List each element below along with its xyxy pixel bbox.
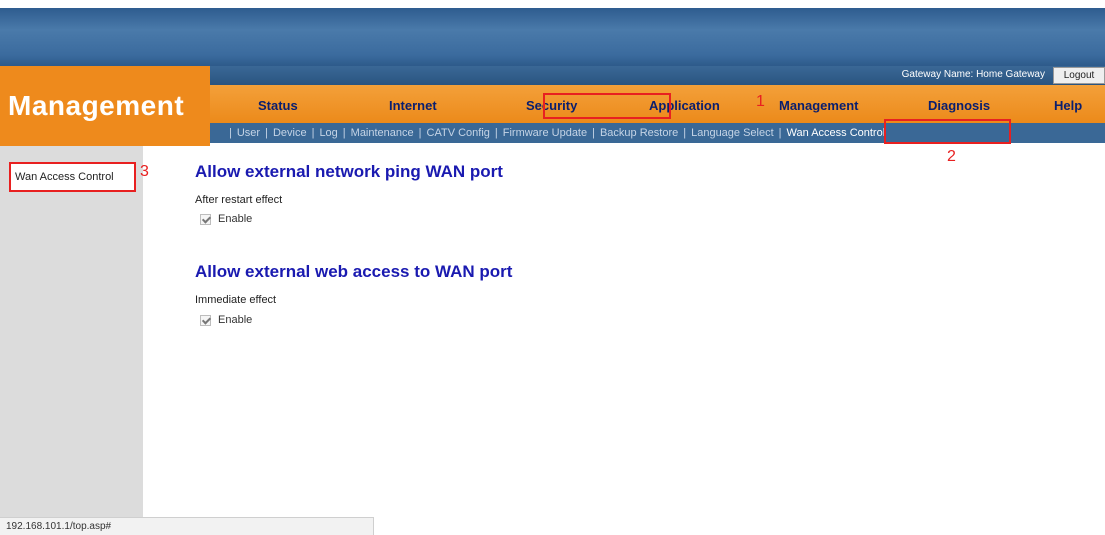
sub-nav-separator: | bbox=[778, 127, 782, 139]
sub-nav-user[interactable]: User bbox=[237, 127, 260, 139]
sub-nav-language-select[interactable]: Language Select bbox=[691, 127, 774, 139]
sub-nav-device[interactable]: Device bbox=[273, 127, 307, 139]
logout-button[interactable]: Logout bbox=[1053, 67, 1105, 84]
sub-nav-maintenance[interactable]: Maintenance bbox=[351, 127, 414, 139]
sub-nav-separator: | bbox=[342, 127, 346, 139]
sub-nav-backup-restore[interactable]: Backup Restore bbox=[600, 127, 678, 139]
sub-nav-catv-config[interactable]: CATV Config bbox=[427, 127, 490, 139]
sub-nav-firmware-update[interactable]: Firmware Update bbox=[503, 127, 587, 139]
enable-web-label: Enable bbox=[218, 314, 253, 326]
gateway-bar: Gateway Name: Home Gateway Logout bbox=[210, 66, 1105, 85]
enable-row-web: Enable bbox=[200, 313, 252, 327]
status-bar-url: 192.168.101.1/top.asp# bbox=[0, 517, 374, 535]
sub-nav-separator: | bbox=[592, 127, 595, 139]
nav-management[interactable]: Management bbox=[779, 98, 858, 113]
nav-status[interactable]: Status bbox=[258, 98, 298, 113]
sub-nav-wan-access-control[interactable]: Wan Access Control bbox=[787, 127, 886, 139]
annotation-3: 3 bbox=[140, 163, 149, 180]
gateway-name: Gateway Name: Home Gateway bbox=[901, 69, 1045, 80]
management-highlight-box bbox=[543, 93, 671, 119]
sub-nav-separator: | bbox=[418, 127, 422, 139]
enable-row-ping: Enable bbox=[200, 212, 252, 226]
annotation-1: 1 bbox=[756, 93, 765, 110]
wan-access-highlight-box bbox=[884, 119, 1011, 144]
enable-ping-label: Enable bbox=[218, 213, 253, 225]
sidebar: Wan Access Control bbox=[0, 146, 143, 535]
sub-nav-separator: | bbox=[229, 127, 232, 139]
section-title-ping: Allow external network ping WAN port bbox=[195, 162, 503, 181]
effect-label-ping: After restart effect bbox=[195, 194, 283, 206]
section-title-web: Allow external web access to WAN port bbox=[195, 262, 513, 281]
enable-ping-checkbox[interactable] bbox=[200, 213, 211, 225]
enable-web-checkbox[interactable] bbox=[200, 314, 211, 326]
sub-nav-separator: | bbox=[494, 127, 498, 139]
sidebar-item-wan-access-control[interactable]: Wan Access Control bbox=[9, 162, 136, 192]
nav-diagnosis[interactable]: Diagnosis bbox=[928, 98, 990, 113]
sub-nav-log[interactable]: Log bbox=[319, 127, 337, 139]
sub-nav-separator: | bbox=[311, 127, 315, 139]
annotation-2: 2 bbox=[947, 148, 956, 165]
title-block: Management bbox=[0, 66, 210, 146]
top-banner bbox=[0, 0, 1105, 66]
page-title: Management bbox=[8, 90, 185, 121]
nav-help[interactable]: Help bbox=[1054, 98, 1082, 113]
sub-nav-separator: | bbox=[265, 127, 268, 139]
sub-nav-separator: | bbox=[683, 127, 687, 139]
effect-label-web: Immediate effect bbox=[195, 294, 277, 306]
nav-internet[interactable]: Internet bbox=[389, 98, 437, 113]
